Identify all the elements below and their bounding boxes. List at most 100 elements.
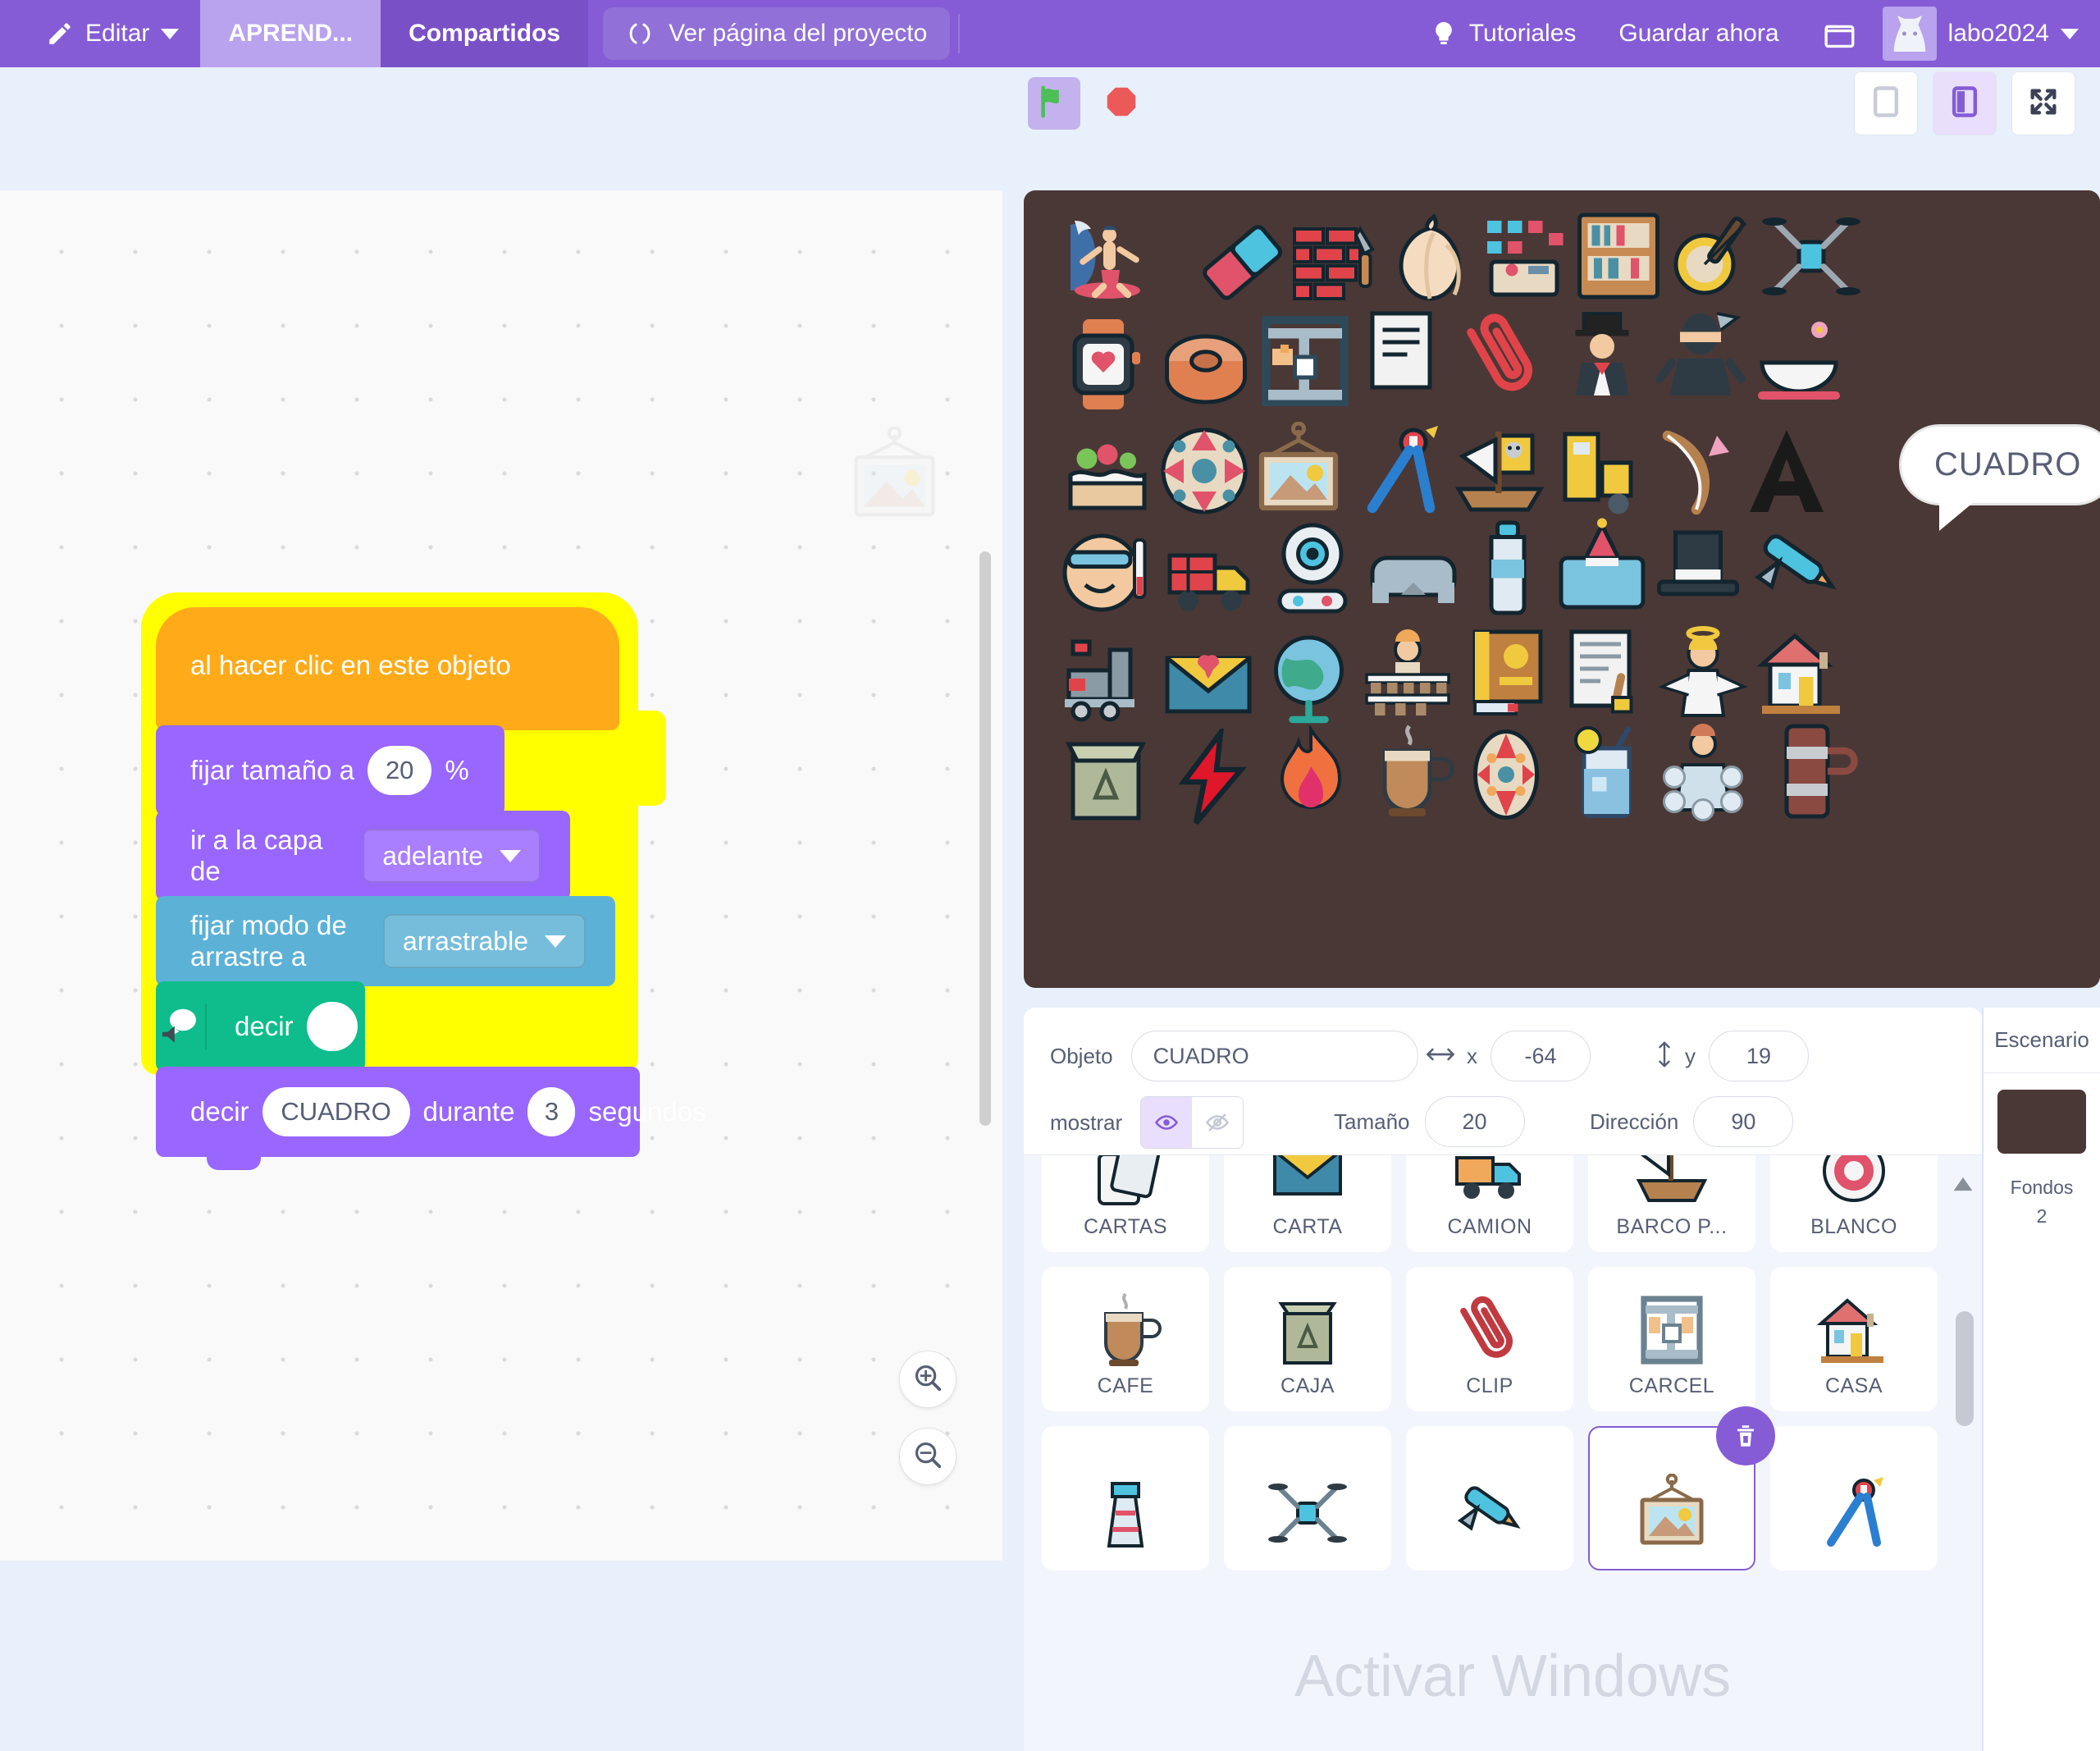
block-set-size-to[interactable]: fijar tamaño a 20 % [156, 725, 504, 829]
block-when-this-sprite-clicked[interactable]: al hacer clic en este objeto [156, 607, 619, 743]
sprite-lemonade-icon[interactable] [1555, 724, 1654, 822]
sprite-truck-icon[interactable] [1162, 527, 1260, 625]
sprite-lightning-icon[interactable] [1163, 729, 1262, 827]
sprite-glue-gun-icon[interactable] [1746, 519, 1844, 617]
sprite-eraser-icon[interactable] [1192, 212, 1290, 310]
list-item[interactable] [1042, 1426, 1209, 1570]
code-workspace[interactable]: al hacer clic en este objeto fijar tamañ… [0, 190, 1002, 1561]
block-say-tts[interactable]: decir [156, 981, 365, 1085]
hide-sprite-button[interactable] [1192, 1097, 1244, 1148]
list-item[interactable]: CAMION [1406, 1155, 1573, 1252]
say-message-input[interactable]: CUADRO [262, 1087, 410, 1136]
sprite-globe-icon[interactable] [1262, 629, 1360, 728]
sprite-water-bottle-icon[interactable] [1459, 519, 1557, 617]
tab-shared[interactable]: Compartidos [381, 0, 589, 67]
direction-input[interactable]: 90 [1693, 1096, 1794, 1147]
sprite-compass-icon[interactable] [1352, 422, 1450, 520]
sprite-love-letter-icon[interactable] [1159, 633, 1258, 732]
sprite-arcade-icon[interactable] [1475, 208, 1573, 307]
sprite-coffee-icon[interactable] [1360, 722, 1459, 821]
sprite-fire-icon[interactable] [1262, 725, 1360, 824]
delete-sprite-button[interactable] [1716, 1406, 1775, 1465]
sprite-vr-goggles-icon[interactable] [1364, 525, 1463, 624]
sprite-tape-icon[interactable] [1157, 320, 1255, 418]
list-item[interactable]: CARTAS [1042, 1155, 1209, 1252]
block-say-for-seconds[interactable]: decir CUADRO durante 3 segundos [156, 1067, 706, 1170]
sprite-list[interactable]: CARTAS CARTA CAMION BARCO P... BLANCO CA… [1024, 1155, 1982, 1751]
workspace-scrollbar[interactable] [979, 551, 991, 1126]
stop-button[interactable] [1098, 80, 1144, 126]
sprite-angel-icon[interactable] [1654, 625, 1752, 724]
stage[interactable]: CUADRO [1024, 190, 2100, 988]
say-text-input[interactable] [306, 1002, 358, 1051]
sprite-brick-wall-icon[interactable] [1286, 208, 1385, 307]
list-item[interactable] [1224, 1426, 1391, 1570]
sprite-audience-icon[interactable] [1358, 625, 1457, 724]
list-item[interactable]: CARCEL [1588, 1267, 1755, 1411]
sprite-party-icon[interactable] [1553, 517, 1651, 615]
list-item[interactable]: BARCO P... [1588, 1155, 1755, 1252]
list-item[interactable]: CAJA [1224, 1267, 1391, 1411]
sprite-pirate-ship-icon[interactable] [1450, 423, 1549, 522]
zoom-out-button[interactable] [899, 1428, 956, 1485]
tab-project-name[interactable]: APREND... [200, 0, 381, 67]
menu-edit[interactable]: Editar [0, 0, 200, 67]
sprite-bookshelf-icon[interactable] [1569, 207, 1668, 305]
layout-small-button[interactable] [1854, 71, 1918, 135]
list-item-selected[interactable] [1588, 1406, 1775, 1570]
sprite-top-hat-icon[interactable] [1649, 520, 1747, 619]
sprite-train-icon[interactable] [1057, 629, 1155, 728]
sprite-mandala2-icon[interactable] [1457, 725, 1555, 824]
list-item[interactable] [1406, 1426, 1573, 1570]
sprite-book-icon[interactable] [1459, 624, 1557, 722]
sprite-bowl-icon[interactable] [1750, 313, 1848, 412]
show-sprite-button[interactable] [1141, 1097, 1193, 1148]
sprite-surf-icon[interactable] [1058, 208, 1157, 307]
sprite-smartwatch-icon[interactable] [1058, 315, 1157, 414]
sprite-cake-icon[interactable] [1058, 422, 1157, 520]
block-set-drag-mode[interactable]: fijar modo de arrastre a arrastrable [156, 896, 615, 999]
menu-tutorials[interactable]: Tutoriales [1408, 0, 1598, 67]
stage-thumbnail[interactable] [1997, 1090, 2086, 1154]
list-item[interactable]: CAFE [1042, 1267, 1209, 1411]
sprite-thermos-icon[interactable] [1762, 722, 1860, 821]
layer-dropdown[interactable]: adelante [363, 829, 541, 883]
size-value-input[interactable]: 20 [367, 746, 432, 795]
sprite-papers-icon[interactable] [1352, 305, 1450, 404]
list-item[interactable]: CARTA [1224, 1155, 1391, 1252]
sprite-ninja-icon[interactable] [1651, 305, 1750, 404]
sprite-garlic-icon[interactable] [1385, 208, 1483, 307]
user-menu[interactable]: labo2024 [1882, 0, 2100, 67]
sprite-robot-icon[interactable] [1263, 517, 1362, 615]
sprite-list-scrollbar[interactable] [1956, 1311, 1974, 1426]
sprite-banjo-icon[interactable] [1668, 207, 1766, 305]
say-seconds-input[interactable]: 3 [527, 1087, 576, 1136]
sprite-person-bubbles-icon[interactable] [1654, 724, 1752, 822]
list-item[interactable] [1770, 1426, 1938, 1570]
sprite-drone-icon[interactable] [1762, 205, 1860, 304]
sprite-bulldozer-icon[interactable] [1549, 422, 1647, 520]
sprite-bow-icon[interactable] [1647, 423, 1746, 522]
sprite-clip-icon[interactable] [1454, 307, 1553, 405]
sprite-letter-a-icon[interactable] [1737, 422, 1836, 520]
y-input[interactable]: 19 [1709, 1031, 1809, 1081]
sprite-frame-icon[interactable] [1249, 422, 1348, 520]
list-item[interactable]: CLIP [1406, 1267, 1573, 1411]
see-project-page-button[interactable]: Ver página del proyecto [603, 7, 951, 60]
sprite-magician-icon[interactable] [1553, 305, 1651, 404]
green-flag-button[interactable] [1028, 77, 1080, 130]
sprite-document-icon[interactable] [1555, 624, 1654, 722]
sprite-jail-icon[interactable] [1256, 312, 1354, 410]
size-input[interactable]: 20 [1424, 1096, 1525, 1147]
menu-folder[interactable] [1801, 0, 1883, 67]
sprite-house-icon[interactable] [1754, 624, 1852, 722]
sprite-mandala-icon[interactable] [1155, 422, 1253, 520]
layout-normal-button[interactable] [1933, 71, 1997, 135]
sprite-trash-icon[interactable] [1057, 732, 1155, 830]
sprite-face-icon[interactable] [1057, 523, 1155, 622]
x-input[interactable]: -64 [1491, 1031, 1591, 1081]
zoom-in-button[interactable] [899, 1351, 956, 1408]
block-go-to-layer[interactable]: ir a la capa de adelante [156, 811, 570, 914]
list-item[interactable]: CASA [1770, 1267, 1938, 1411]
layout-fullscreen-button[interactable] [2011, 71, 2075, 135]
